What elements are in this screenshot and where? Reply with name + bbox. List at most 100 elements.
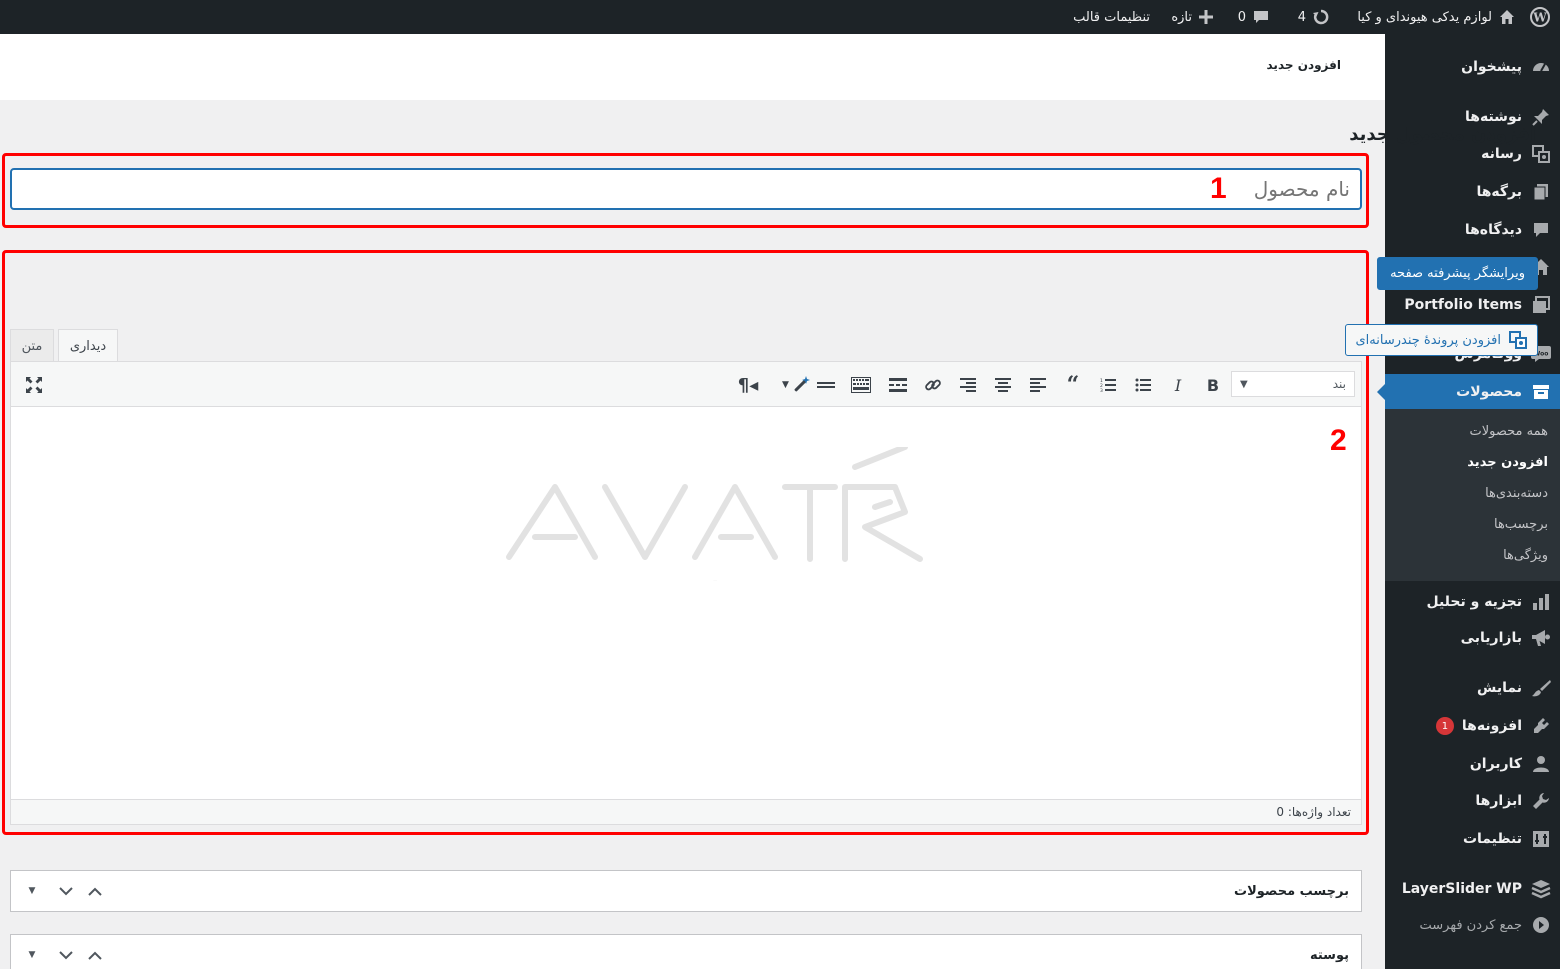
admin-sidebar: پیشخواننوشته‌هارسانهبرگه‌هادیدگاه‌هاEnfo… [1377,34,1560,969]
toolbar-toggle-button[interactable] [848,372,874,398]
add-media-button[interactable]: افزودن پروندهٔ چندرسانه‌ای [1344,324,1538,356]
submenu-item[interactable]: ویژگی‌ها [1503,548,1548,563]
move-up-button[interactable] [85,945,105,965]
site-name: لوازم یدکی هیوندای و کیا [1357,9,1492,25]
dropdown-arrow-icon: ▼ [782,380,789,390]
sidebar-item-label: نمایش [1477,680,1522,696]
sidebar-item-wrench[interactable]: ابزارها [1385,783,1560,819]
sidebar-item-label: رسانه [1481,146,1522,162]
horizontal-line-button[interactable] [813,372,839,398]
dashboard-icon [1530,56,1552,78]
submenu-item[interactable]: دسته‌بندی‌ها [1485,486,1548,501]
numbered-list-button[interactable]: 123 [1095,372,1121,398]
watermark-text: AVATAR [713,579,717,582]
watermark-logo: AVATAR [506,447,923,582]
svg-text:3: 3 [1100,388,1103,392]
sidebar-item-chart[interactable]: تجزیه و تحلیل [1385,584,1560,620]
sidebar-item-user[interactable]: کاربران [1385,746,1560,782]
chevron-down-icon [59,886,73,895]
svg-text:W: W [1532,11,1547,25]
page-header: افزودن جدید [0,34,1385,100]
submenu-item[interactable]: افزودن جدید [1467,455,1548,470]
sidebar-item-portfolio[interactable]: Portfolio Items [1385,287,1560,323]
italic-button[interactable]: I [1165,372,1191,398]
megaphone-icon [1530,627,1552,649]
wordpress-icon: W [1530,7,1550,27]
add-media-label: افزودن پروندهٔ چندرسانه‌ای [1355,332,1502,348]
sidebar-item-dashboard[interactable]: پیشخوان [1385,49,1560,85]
media-icon [1530,143,1552,165]
numbered-list-icon: 123 [1100,378,1116,392]
read-more-button[interactable] [885,372,911,398]
read-more-icon [889,378,907,392]
sidebar-item-brush[interactable]: نمایش [1385,670,1560,706]
blockquote-icon: “ [1066,372,1080,398]
sidebar-item-settings[interactable]: تنظیمات [1385,821,1560,857]
toggle-panel-button[interactable]: ▼ [22,945,42,965]
admin-bar: W لوازم یدکی هیوندای و کیا 4 0 تازه تنظی… [0,0,1560,34]
annotation-number-1: 1 [1210,172,1227,205]
bold-button[interactable]: B [1200,372,1226,398]
fullscreen-icon [26,377,42,393]
align-center-button[interactable] [990,372,1016,398]
site-name-link[interactable]: لوازم یدکی هیوندای و کیا [1357,0,1516,34]
theme-settings-label: تنظیمات قالب [1073,9,1150,25]
comment-icon [1254,11,1268,23]
sidebar-item-archive[interactable]: محصولات [1377,374,1560,410]
sidebar-item-label: برگه‌ها [1476,184,1522,200]
italic-icon: I [1174,375,1182,395]
product-title-input[interactable] [10,168,1362,210]
toggle-panel-button[interactable]: ▼ [22,881,42,901]
editor-status-bar: تعداد واژه‌ها: 0 [11,799,1361,824]
align-left-icon [1030,378,1046,392]
content-editor: بند ▼ B I 123 “ [10,361,1362,825]
sidebar-item-label: Portfolio Items [1404,297,1522,313]
move-down-button[interactable] [56,945,76,965]
align-right-button[interactable] [955,372,981,398]
sidebar-item-layers[interactable]: LayerSlider WP [1385,871,1560,907]
sidebar-item-plugin[interactable]: افزونه‌ها 1 [1385,708,1560,744]
paragraph-direction-button[interactable]: ¶◂ [735,372,761,398]
comments-icon [1530,219,1552,241]
sidebar-item-label: محصولات [1456,384,1522,400]
sidebar-item-label: LayerSlider WP [1401,881,1522,897]
format-select-value: بند [1332,377,1346,391]
sidebar-item-label: ابزارها [1475,793,1522,809]
wp-logo-button[interactable]: W [1530,0,1550,34]
horizontal-line-icon [817,382,835,388]
word-count: تعداد واژه‌ها: 0 [1276,805,1351,819]
insert-link-button[interactable] [920,372,946,398]
submenu-item[interactable]: همه محصولات [1470,424,1548,439]
blockquote-button[interactable]: “ [1060,372,1086,398]
magic-wand-dropdown-button[interactable]: ▼ [779,372,813,398]
format-select[interactable]: بند ▼ [1231,371,1355,397]
align-left-button[interactable] [1025,372,1051,398]
theme-settings-link[interactable]: تنظیمات قالب [1073,0,1150,34]
sidebar-item-megaphone[interactable]: بازاریابی [1385,620,1560,656]
tab-text[interactable]: متن [10,329,54,362]
submenu-item[interactable]: برچسب‌ها [1494,517,1548,532]
sidebar-item-label: تنظیمات [1462,831,1522,847]
comments-link[interactable]: 0 [1238,0,1270,34]
advanced-editor-button[interactable]: ویرایشگر پیشرفته صفحه [1377,257,1538,290]
sidebar-item-comments[interactable]: دیدگاه‌ها [1385,212,1560,248]
sidebar-item-label: افزونه‌ها [1461,718,1522,734]
products-submenu: همه محصولات افزودن جدید دسته‌بندی‌ها برچسب‌… [1385,409,1560,581]
editor-content-area[interactable]: AVATAR [11,407,1361,800]
sidebar-item-collapse[interactable]: جمع کردن فهرست [1385,907,1560,943]
move-down-button[interactable] [56,881,76,901]
triangle-down-icon: ▼ [28,886,36,896]
sidebar-item-label: جمع کردن فهرست [1419,917,1522,933]
sidebar-item-pages[interactable]: برگه‌ها [1385,174,1560,210]
updates-link[interactable]: 4 [1298,0,1330,34]
triangle-down-icon: ▼ [28,950,36,960]
new-content-link[interactable]: تازه [1171,0,1214,34]
sidebar-item-label: نوشته‌ها [1465,109,1522,125]
sidebar-item-label: دیدگاه‌ها [1464,222,1522,238]
fullscreen-button[interactable] [21,372,47,398]
bold-icon: B [1206,375,1220,395]
bullet-list-button[interactable] [1130,372,1156,398]
updates-count: 4 [1297,9,1306,25]
move-up-button[interactable] [85,881,105,901]
tab-visual[interactable]: دیداری [58,329,118,363]
